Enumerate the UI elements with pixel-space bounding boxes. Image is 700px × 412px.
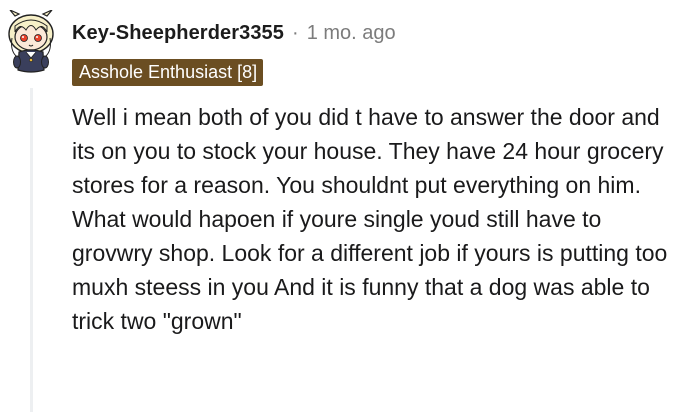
user-avatar[interactable]: [6, 9, 56, 76]
meta-separator: ·: [292, 22, 299, 44]
comment: Key-Sheepherder3355 · 1 mo. ago Asshole …: [0, 0, 700, 412]
comment-header: Key-Sheepherder3355 · 1 mo. ago: [72, 22, 396, 45]
comment-body: Well i mean both of you did t have to an…: [72, 104, 668, 334]
username-link[interactable]: Key-Sheepherder3355: [72, 22, 284, 45]
timestamp-link[interactable]: 1 mo. ago: [307, 22, 396, 45]
user-flair-badge: Asshole Enthusiast [8]: [72, 59, 264, 86]
snoo-avatar-icon: [8, 9, 54, 73]
thread-line[interactable]: [30, 88, 33, 412]
